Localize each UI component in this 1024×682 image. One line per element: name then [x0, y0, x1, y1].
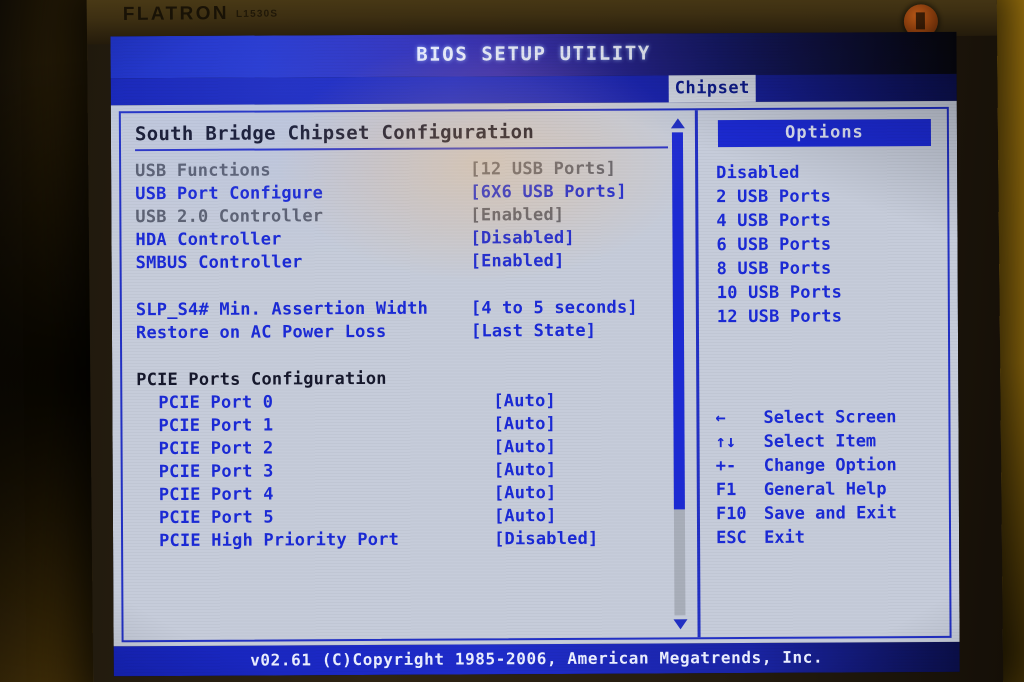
triangle-up-icon[interactable] — [670, 118, 685, 129]
setting-value[interactable]: [12 USB Ports] — [470, 159, 616, 180]
options-panel: Options Disabled 2 USB Ports 4 USB Ports 6 … — [698, 109, 950, 637]
setting-label: PCIE Port 3 — [158, 461, 274, 483]
settings-scrollbar[interactable] — [670, 118, 688, 630]
legend-description: Change Option — [763, 455, 897, 476]
scrollbar-thumb[interactable] — [671, 132, 685, 510]
legend-key: F10 — [715, 503, 747, 525]
title-underline — [135, 146, 669, 152]
setting-label: PCIE Ports Configuration — [136, 368, 387, 391]
setting-value[interactable]: [Auto] — [494, 483, 557, 503]
scrollbar-track[interactable] — [671, 132, 686, 616]
monitor-screen: BIOS SETUP UTILITY Chipset South Bridge … — [110, 31, 960, 677]
triangle-down-icon[interactable] — [672, 619, 688, 630]
legend-row: ESC Exit — [714, 527, 939, 552]
settings-row[interactable]: Restore on AC Power Loss [Last State] — [136, 320, 696, 346]
settings-row[interactable]: PCIE High Priority Port [Disabled] — [137, 528, 697, 554]
option-item[interactable]: Disabled — [712, 162, 937, 187]
bios-screen: BIOS SETUP UTILITY Chipset South Bridge … — [110, 31, 960, 677]
setting-value[interactable]: [6X6 USB Ports] — [470, 182, 627, 203]
option-item[interactable]: 6 USB Ports — [712, 234, 937, 259]
legend-key: ↑↓ — [715, 432, 737, 453]
legend-row: F1 General Help — [714, 479, 939, 504]
setting-label: PCIE Port 5 — [158, 507, 274, 529]
settings-row: USB Functions [12 USB Ports] — [135, 158, 695, 184]
legend-key: +- — [715, 456, 737, 477]
settings-row[interactable]: PCIE Port 4 [Auto] — [137, 482, 697, 508]
legend-row: F10 Save and Exit — [714, 503, 939, 528]
legend-description: Exit — [764, 527, 806, 548]
setting-value[interactable]: [Auto] — [494, 506, 557, 526]
legend-key: ← — [715, 408, 726, 429]
setting-value[interactable]: [Disabled] — [494, 529, 598, 550]
setting-label: USB Port Configure — [135, 183, 324, 205]
setting-label: USB 2.0 Controller — [135, 206, 324, 228]
legend-row: +- Change Option — [714, 455, 939, 480]
crt-monitor: FLATRON L1530S BIOS SETUP UTILITY Chipset… — [86, 0, 1004, 682]
settings-spacer — [136, 343, 696, 370]
setting-value[interactable]: [Disabled] — [470, 228, 574, 249]
setting-label: HDA Controller — [135, 229, 282, 251]
option-item[interactable]: 4 USB Ports — [712, 210, 937, 235]
setting-label: USB Functions — [135, 160, 271, 182]
setting-value[interactable]: [Auto] — [494, 437, 557, 457]
setting-value[interactable]: [4 to 5 seconds] — [471, 298, 638, 319]
setting-label: SLP_S4# Min. Assertion Width — [135, 298, 429, 321]
setting-value[interactable]: [Auto] — [493, 391, 556, 411]
settings-row[interactable]: PCIE Port 1 [Auto] — [136, 413, 696, 439]
legend-key: ESC — [716, 527, 747, 549]
legend-description: General Help — [763, 479, 887, 500]
bios-title-bar: BIOS SETUP UTILITY — [110, 31, 957, 79]
settings-spacer — [136, 273, 696, 300]
legend-key: F1 — [715, 480, 737, 501]
setting-value[interactable]: [Last State] — [471, 321, 596, 342]
settings-row[interactable]: HDA Controller [Disabled] — [135, 227, 695, 253]
brand-name: FLATRON — [122, 3, 230, 26]
legend-row: ↑↓ Select Item — [714, 431, 939, 456]
options-header: Options — [717, 119, 932, 148]
legend-row: ← Select Screen — [713, 407, 938, 432]
settings-panel: South Bridge Chipset Configuration USB F… — [121, 110, 698, 640]
setting-label: PCIE High Priority Port — [159, 529, 400, 552]
setting-label: PCIE Port 1 — [158, 415, 274, 437]
option-item[interactable]: 2 USB Ports — [712, 186, 937, 211]
setting-label: Restore on AC Power Loss — [135, 321, 387, 344]
bios-body: South Bridge Chipset Configuration USB F… — [110, 100, 960, 647]
option-item[interactable]: 8 USB Ports — [713, 258, 938, 283]
settings-row[interactable]: SLP_S4# Min. Assertion Width [4 to 5 seco… — [136, 297, 696, 323]
settings-row[interactable]: PCIE Port 3 [Auto] — [137, 459, 697, 485]
settings-row[interactable]: SMBUS Controller [Enabled] — [136, 250, 696, 276]
legend-description: Select Item — [763, 431, 877, 452]
photo-scene: FLATRON L1530S BIOS SETUP UTILITY Chipset… — [0, 0, 1024, 682]
tab-chipset[interactable]: Chipset — [668, 74, 756, 103]
setting-value[interactable]: [Auto] — [494, 460, 557, 480]
legend-description: Save and Exit — [763, 503, 898, 524]
option-item[interactable]: 10 USB Ports — [713, 282, 938, 307]
setting-value[interactable]: [Auto] — [493, 414, 556, 434]
brand-model: L1530S — [235, 8, 279, 20]
settings-row[interactable]: PCIE Port 0 [Auto] — [136, 390, 696, 416]
option-item[interactable]: 12 USB Ports — [713, 306, 938, 331]
setting-label: PCIE Port 0 — [158, 392, 274, 414]
bios-footer: v02.61 (C)Copyright 1985-2006, American … — [113, 641, 960, 677]
settings-row[interactable]: USB Port Configure [6X6 USB Ports] — [135, 181, 695, 207]
key-legend: ← Select Screen ↑↓ Select Item +- Change Opti… — [713, 407, 939, 552]
bios-frame: South Bridge Chipset Configuration USB F… — [118, 106, 952, 643]
setting-value[interactable]: [Enabled] — [471, 251, 565, 271]
page-title: South Bridge Chipset Configuration — [134, 121, 535, 146]
settings-list: USB Functions [12 USB Ports] USB Port Conf… — [135, 158, 697, 554]
setting-label: PCIE Port 4 — [158, 484, 274, 506]
setting-label: SMBUS Controller — [135, 252, 303, 274]
bios-title: BIOS SETUP UTILITY — [416, 42, 651, 66]
setting-label: PCIE Port 2 — [158, 438, 274, 460]
setting-value[interactable]: [Enabled] — [470, 205, 564, 225]
settings-row[interactable]: PCIE Port 5 [Auto] — [137, 505, 697, 531]
monitor-brand-logo: FLATRON L1530S — [123, 3, 279, 26]
settings-row[interactable]: PCIE Port 2 [Auto] — [137, 436, 697, 462]
settings-row: USB 2.0 Controller [Enabled] — [135, 204, 695, 230]
legend-description: Select Screen — [763, 407, 897, 428]
options-list: Disabled 2 USB Ports 4 USB Ports 6 USB Port… — [712, 162, 938, 331]
settings-group-heading: PCIE Ports Configuration — [136, 367, 696, 393]
